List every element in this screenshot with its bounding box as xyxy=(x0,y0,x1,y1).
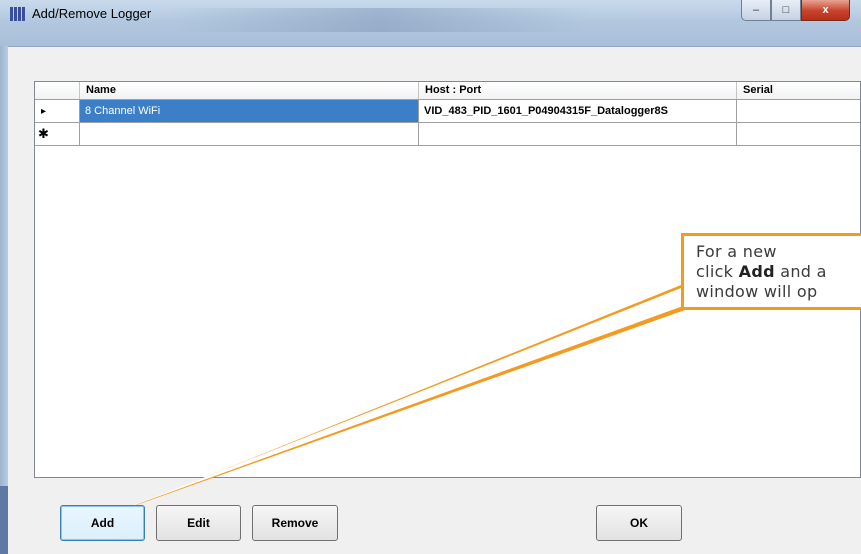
callout-add-emphasis: Add xyxy=(738,262,775,281)
callout-arrow-inner xyxy=(135,288,683,505)
callout-line-2: click Add and a xyxy=(696,262,827,281)
add-remove-logger-window: Add/Remove Logger – □ x Name Host : Port… xyxy=(0,0,861,554)
instruction-callout: For a new click Add and a window will op xyxy=(681,233,861,310)
callout-line-3: window will op xyxy=(696,282,818,301)
callout-line-1: For a new xyxy=(696,242,777,261)
